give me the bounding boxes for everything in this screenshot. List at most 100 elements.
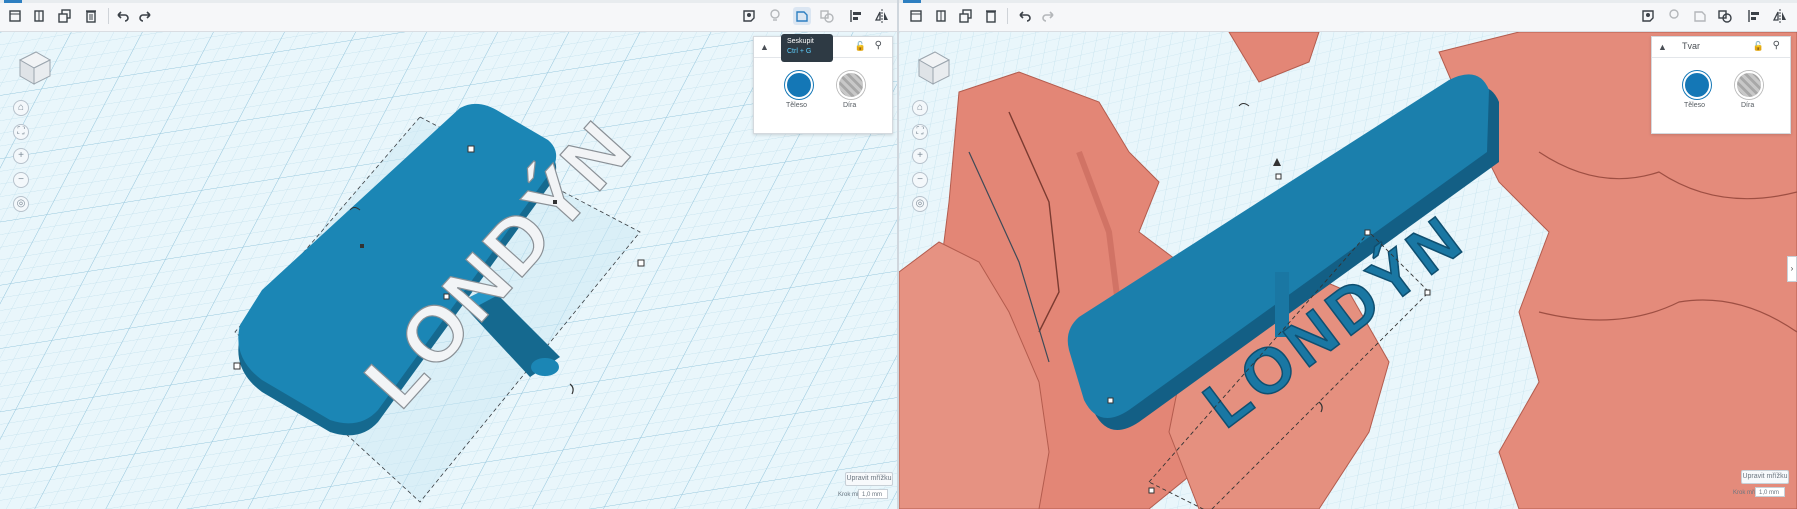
group-icon xyxy=(796,11,808,22)
undo-icon xyxy=(117,11,129,22)
mirror-icon xyxy=(874,9,888,23)
tooltip-title: Seskupit xyxy=(787,38,814,45)
right-editor-pane: LONDÝN ⌂ ⛶ + − ◎ Upravit mřížku Krok mří… xyxy=(899,0,1797,509)
ungroup-button[interactable] xyxy=(1716,7,1734,25)
zoom-out-button[interactable]: − xyxy=(912,172,928,188)
duplicate-button[interactable] xyxy=(30,7,48,25)
duplicate-icon xyxy=(34,10,44,22)
tooltip-shortcut: Ctrl + G xyxy=(787,48,812,55)
solid-swatch[interactable] xyxy=(1683,71,1711,99)
left-top-strip xyxy=(0,0,897,3)
snap-select[interactable]: 1,0 mm xyxy=(1755,487,1785,497)
solid-swatch[interactable] xyxy=(785,71,813,99)
new-shape-icon xyxy=(9,10,21,22)
group-icon xyxy=(1694,11,1706,22)
group-button[interactable] xyxy=(1691,7,1709,25)
mirror-button[interactable] xyxy=(873,7,891,25)
delete-icon xyxy=(86,10,96,23)
collapse-icon[interactable]: ▲ xyxy=(760,42,769,52)
zoom-in-button[interactable]: + xyxy=(912,148,928,164)
panel-expand-tab[interactable]: › xyxy=(1787,256,1797,282)
perspective-button[interactable]: ◎ xyxy=(13,196,29,212)
home-icon: ⌂ xyxy=(17,102,25,113)
right-top-strip xyxy=(899,0,1797,3)
shape-panel-title: Tvar xyxy=(1682,41,1700,51)
redo-button[interactable] xyxy=(137,7,155,25)
view-cube[interactable] xyxy=(14,46,54,86)
group-tooltip: Seskupit Ctrl + G xyxy=(781,34,833,62)
new-shape-button[interactable] xyxy=(6,7,24,25)
home-view-button[interactable]: ⌂ xyxy=(13,100,29,116)
light-icon xyxy=(770,9,780,21)
edit-grid-button[interactable]: Upravit mřížku xyxy=(1741,470,1789,484)
group-button[interactable] xyxy=(793,7,811,25)
solid-label: Těleso xyxy=(786,102,808,109)
align-icon xyxy=(850,10,861,22)
hole-swatch[interactable] xyxy=(1735,71,1763,99)
shape-panel-header: ▲ Tvar 🔓 ⚲ xyxy=(1652,37,1790,58)
hole-swatch[interactable] xyxy=(837,71,865,99)
perspective-icon: ◎ xyxy=(16,198,26,209)
snap-select[interactable]: 1,0 mm xyxy=(858,489,888,499)
perspective-button[interactable]: ◎ xyxy=(912,196,928,212)
copy-button[interactable] xyxy=(56,7,74,25)
note-icon xyxy=(743,10,755,22)
ungroup-icon xyxy=(820,10,834,23)
zoom-in-button[interactable]: + xyxy=(13,148,29,164)
visibility-icon[interactable]: ⚲ xyxy=(1773,40,1780,51)
perspective-icon: ◎ xyxy=(915,198,925,209)
lock-icon[interactable]: 🔓 xyxy=(855,41,866,52)
left-editor-pane: LONDÝN ⌂ ⛶ + − ◎ Upravit mřížku Krok mří… xyxy=(0,0,897,509)
delete-button[interactable] xyxy=(982,7,1000,25)
align-button[interactable] xyxy=(1745,7,1763,25)
edit-grid-button[interactable]: Upravit mřížku xyxy=(845,472,893,486)
home-view-button[interactable]: ⌂ xyxy=(912,100,928,116)
toolbar-separator xyxy=(108,8,109,24)
plus-icon: + xyxy=(917,150,923,161)
duplicate-icon xyxy=(936,10,946,22)
redo-icon xyxy=(1042,11,1054,22)
copy-icon xyxy=(58,9,71,23)
right-shape-panel: ▲ Tvar 🔓 ⚲ Těleso Díra xyxy=(1651,36,1791,134)
new-shape-icon xyxy=(910,10,922,22)
undo-button[interactable] xyxy=(113,7,131,25)
fit-view-button[interactable]: ⛶ xyxy=(912,124,928,140)
view-controls: ⌂ ⛶ + − ◎ xyxy=(912,100,928,220)
copy-button[interactable] xyxy=(957,7,975,25)
redo-icon xyxy=(139,11,151,22)
mirror-button[interactable] xyxy=(1771,7,1789,25)
solid-label: Těleso xyxy=(1684,102,1706,109)
delete-button[interactable] xyxy=(82,7,100,25)
fit-icon: ⛶ xyxy=(916,126,924,137)
redo-button[interactable] xyxy=(1040,7,1058,25)
light-button[interactable] xyxy=(766,7,784,25)
minus-icon: − xyxy=(917,174,923,185)
lock-icon[interactable]: 🔓 xyxy=(1753,41,1764,52)
fit-view-button[interactable]: ⛶ xyxy=(13,124,29,140)
zoom-out-button[interactable]: − xyxy=(13,172,29,188)
copy-icon xyxy=(959,9,972,23)
ungroup-button[interactable] xyxy=(818,7,836,25)
ungroup-icon xyxy=(1718,10,1732,23)
align-icon xyxy=(1748,10,1759,22)
duplicate-button[interactable] xyxy=(932,7,950,25)
align-button[interactable] xyxy=(847,7,865,25)
light-button[interactable] xyxy=(1665,7,1683,25)
home-icon: ⌂ xyxy=(916,102,924,113)
mirror-icon xyxy=(1772,9,1786,23)
plus-icon: + xyxy=(18,150,24,161)
view-cube[interactable] xyxy=(913,46,953,86)
left-toolbar xyxy=(0,0,897,32)
app-logo xyxy=(4,0,22,3)
note-button[interactable] xyxy=(740,7,758,25)
hole-label: Díra xyxy=(1741,102,1755,109)
collapse-icon[interactable]: ▲ xyxy=(1658,42,1667,52)
minus-icon: − xyxy=(18,174,24,185)
note-icon xyxy=(1642,10,1654,22)
visibility-icon[interactable]: ⚲ xyxy=(875,40,882,51)
light-icon xyxy=(1669,9,1679,19)
new-shape-button[interactable] xyxy=(907,7,925,25)
toolbar-separator xyxy=(1007,8,1008,24)
undo-button[interactable] xyxy=(1015,7,1033,25)
note-button[interactable] xyxy=(1639,7,1657,25)
